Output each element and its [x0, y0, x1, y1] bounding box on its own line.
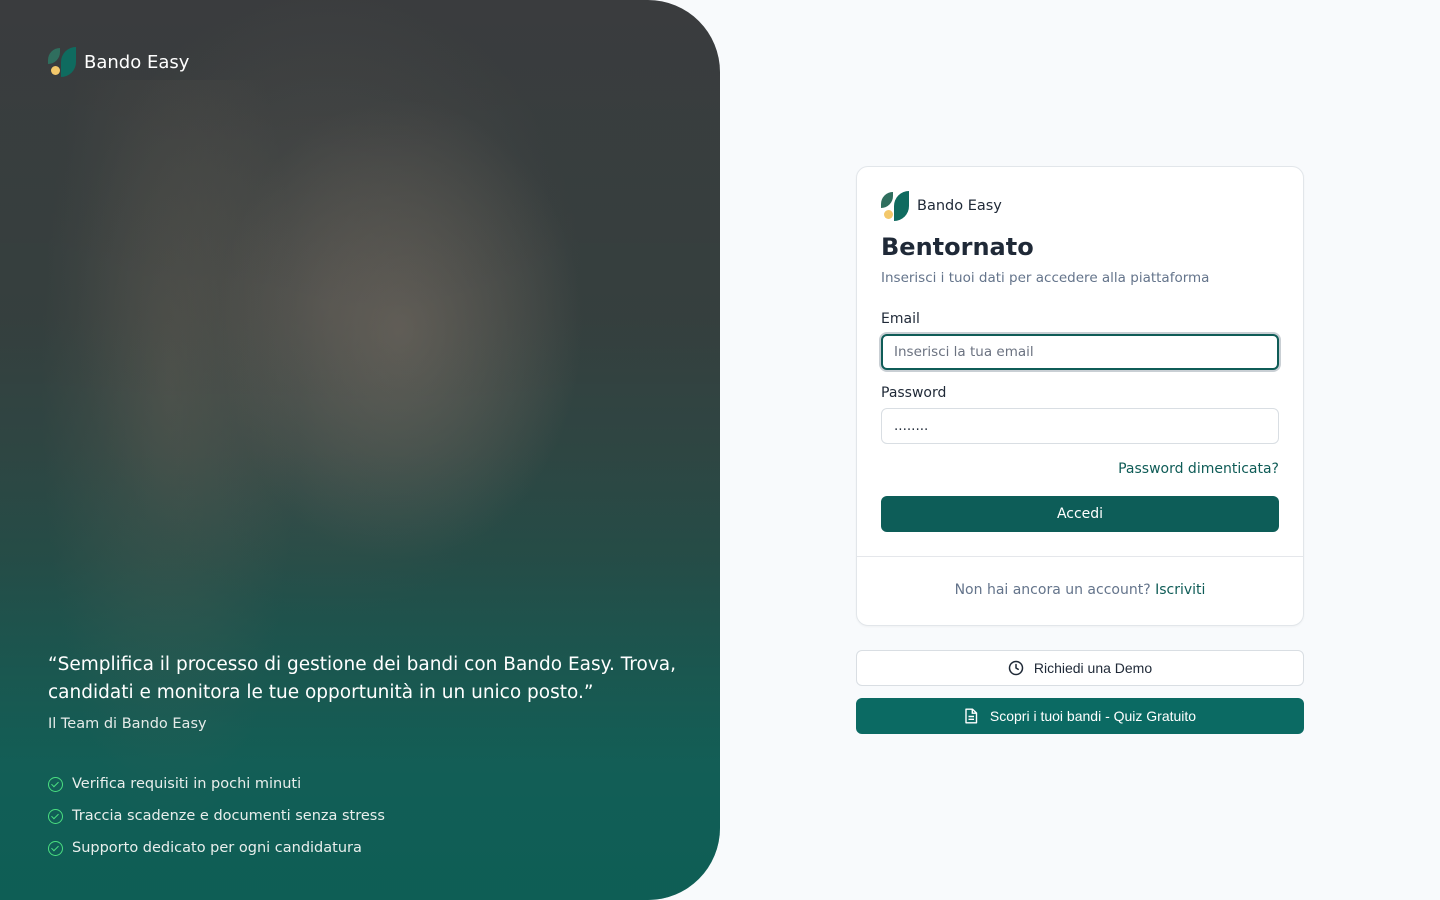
hero-quote: “Semplifica il processo di gestione dei …	[48, 654, 676, 703]
feature-text: Verifica requisiti in pochi minuti	[72, 776, 302, 792]
login-subtitle: Inserisci i tuoi dati per accedere alla …	[881, 270, 1210, 286]
brand-logo-icon	[48, 47, 76, 77]
check-circle-icon	[48, 808, 63, 824]
login-card: Bando Easy Bentornato Inserisci i tuoi d…	[856, 166, 1304, 626]
feature-item: Verifica requisiti in pochi minuti	[48, 768, 385, 800]
signup-link[interactable]: Iscriviti	[1155, 582, 1205, 598]
card-brand: Bando Easy	[881, 191, 1002, 221]
email-label: Email	[881, 311, 920, 327]
request-demo-label: Richiedi una Demo	[1033, 660, 1153, 676]
quiz-label: Scopri i tuoi bandi - Quiz Gratuito	[989, 708, 1197, 724]
forgot-password-link[interactable]: Password dimenticata?	[1118, 461, 1279, 477]
check-circle-icon	[48, 840, 63, 856]
hero-overlay	[0, 0, 720, 900]
signup-row: Non hai ancora un account? Iscriviti	[857, 582, 1303, 598]
document-icon	[964, 708, 978, 724]
hero-quote-author: Il Team di Bando Easy	[48, 716, 207, 732]
feature-text: Supporto dedicato per ogni candidatura	[72, 840, 362, 856]
hero-brand[interactable]: Bando Easy	[48, 47, 189, 77]
check-circle-icon	[48, 776, 63, 792]
hero-panel: Bando Easy “Semplifica il processo di ge…	[0, 0, 720, 900]
brand-logo-icon	[881, 191, 909, 221]
quiz-button[interactable]: Scopri i tuoi bandi - Quiz Gratuito	[856, 698, 1304, 734]
feature-item: Traccia scadenze e documenti senza stres…	[48, 800, 385, 832]
card-brand-name: Bando Easy	[917, 198, 1002, 214]
hero-brand-name: Bando Easy	[84, 51, 190, 73]
email-field[interactable]	[881, 334, 1279, 370]
password-field[interactable]	[881, 408, 1279, 444]
request-demo-button[interactable]: Richiedi una Demo	[856, 650, 1304, 686]
clock-icon	[1008, 660, 1024, 676]
login-button[interactable]: Accedi	[881, 496, 1279, 532]
login-title: Bentornato	[881, 233, 1034, 261]
feature-text: Traccia scadenze e documenti senza stres…	[72, 808, 385, 824]
password-label: Password	[881, 385, 947, 401]
feature-list: Verifica requisiti in pochi minuti Tracc…	[48, 768, 385, 864]
signup-prompt: Non hai ancora un account?	[954, 582, 1151, 598]
feature-item: Supporto dedicato per ogni candidatura	[48, 832, 385, 864]
card-divider	[857, 556, 1303, 557]
